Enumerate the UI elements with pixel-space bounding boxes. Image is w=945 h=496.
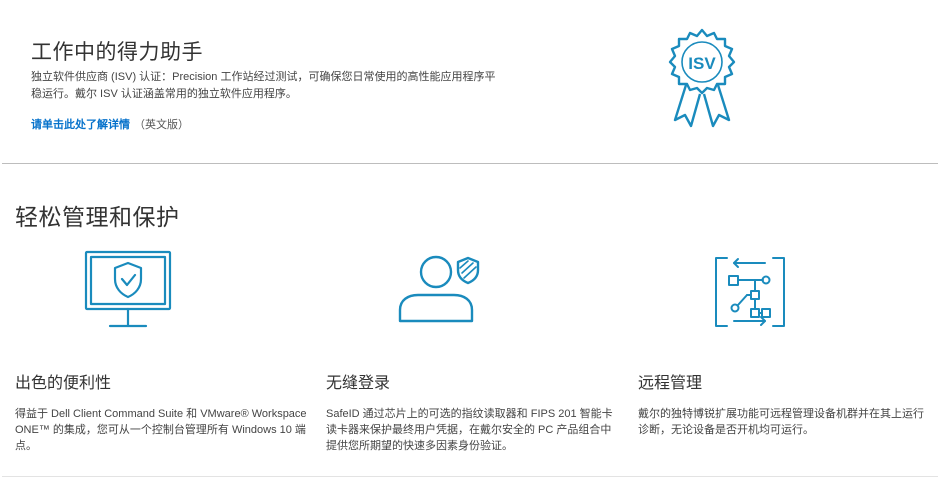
isv-link-language-note: （英文版） [134, 119, 189, 131]
isv-learn-more-link[interactable]: 请单击此处了解详情 [31, 119, 130, 131]
feature-title: 远程管理 [638, 375, 703, 392]
user-shield-icon [398, 255, 480, 323]
manage-section-title: 轻松管理和保护 [15, 204, 180, 230]
bottom-divider [2, 476, 938, 477]
feature-title: 无缝登录 [326, 375, 391, 392]
monitor-shield-icon [84, 250, 172, 328]
section-divider [2, 163, 938, 164]
isv-description: 独立软件供应商 (ISV) 认证：Precision 工作站经过测试，可确保您日… [31, 71, 496, 100]
isv-link-row: 请单击此处了解详情 （英文版） [31, 117, 189, 133]
feature-title: 出色的便利性 [15, 375, 112, 392]
isv-badge-text: ISV [688, 54, 716, 73]
feature-description: 戴尔的独特博锐扩展功能可远程管理设备机群并在其上运行诊断，无论设备是否开机均可运… [638, 408, 924, 436]
isv-ribbon-icon: ISV [668, 28, 736, 128]
isv-section: 工作中的得力助手 独立软件供应商 (ISV) 认证：Precision 工作站经… [0, 0, 945, 163]
feature-description: SafeID 通过芯片上的可选的指纹读取器和 FIPS 201 智能卡读卡器来保… [326, 408, 613, 452]
isv-title: 工作中的得力助手 [31, 41, 203, 64]
feature-description: 得益于 Dell Client Command Suite 和 VMware® … [15, 408, 307, 452]
network-diagram-icon [715, 257, 785, 327]
